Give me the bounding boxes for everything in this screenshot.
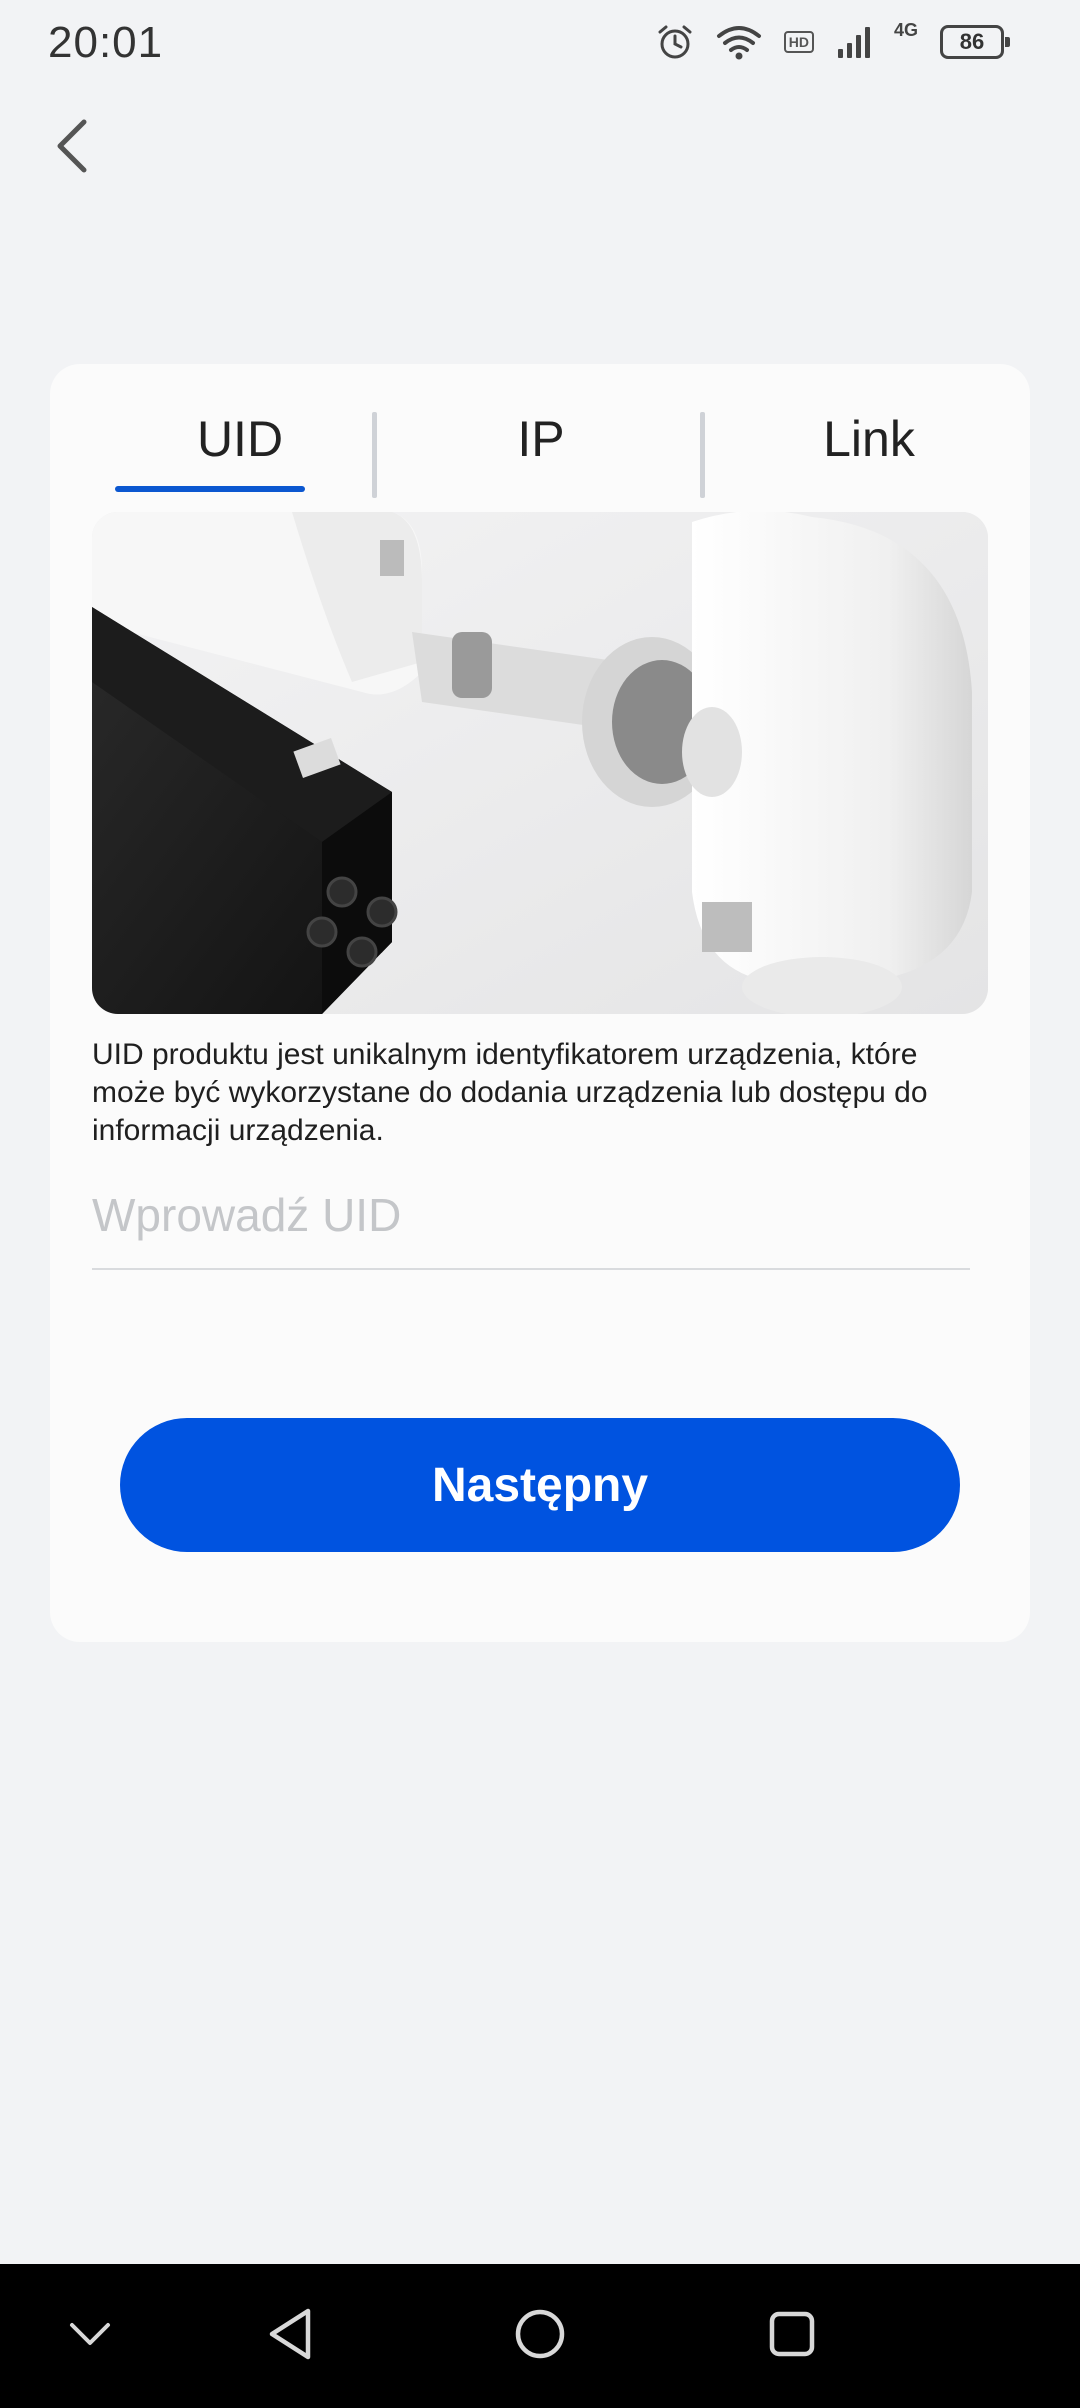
tab-active-indicator <box>115 486 305 492</box>
uid-description: UID produktu jest unikalnym identyfikato… <box>92 1038 928 1147</box>
battery-level: 86 <box>959 29 985 54</box>
status-time: 20:01 <box>48 18 164 67</box>
back-button[interactable] <box>40 110 104 186</box>
chevron-down-icon <box>68 2321 112 2352</box>
status-bar: 20:01 HD 4G 86 <box>0 0 1080 84</box>
status-icons: HD 4G 86 <box>656 19 1010 64</box>
screen: 20:01 HD 4G 86 UID IP Link UID produktu … <box>0 0 1080 2408</box>
alarm-icon <box>656 23 694 61</box>
wifi-icon <box>716 24 762 60</box>
uid-input[interactable] <box>92 1174 970 1270</box>
triangle-back-icon <box>266 2307 314 2366</box>
signal-icon <box>836 25 872 59</box>
tab-bar: UID IP Link <box>50 384 1030 498</box>
recents-button[interactable] <box>722 2264 862 2408</box>
tab-ip[interactable]: IP <box>376 384 706 494</box>
circle-home-icon <box>513 2307 567 2366</box>
battery-icon: 86 <box>940 25 1010 59</box>
next-button[interactable]: Następny <box>120 1418 960 1552</box>
square-recents-icon <box>767 2309 817 2364</box>
system-back-button[interactable] <box>220 2264 360 2408</box>
product-image <box>92 512 988 1014</box>
collapse-nav-button[interactable] <box>20 2264 160 2408</box>
system-nav-bar <box>0 2264 1080 2408</box>
network-type: 4G <box>893 19 918 40</box>
tab-link[interactable]: Link <box>704 384 1034 494</box>
home-button[interactable] <box>470 2264 610 2408</box>
hd-icon: HD <box>783 31 814 53</box>
add-device-card: UID IP Link UID produktu jest unikalnym … <box>50 364 1030 1642</box>
chevron-left-icon <box>54 118 90 179</box>
tab-uid[interactable]: UID <box>90 384 390 494</box>
